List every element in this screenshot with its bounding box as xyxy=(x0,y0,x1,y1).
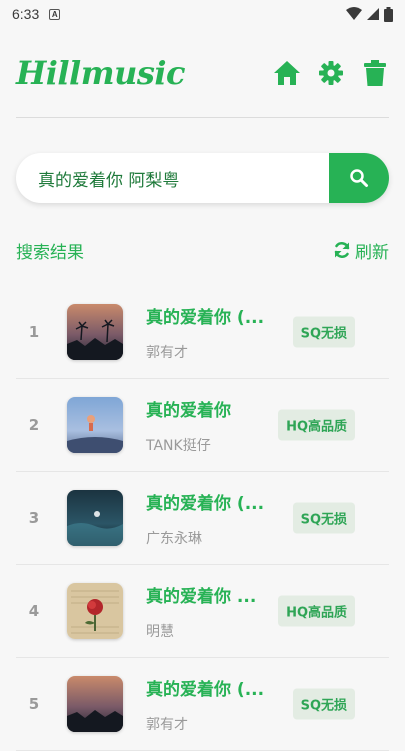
status-bar: 6:33 A xyxy=(0,0,405,28)
app-logo: Hillmusic xyxy=(16,54,185,92)
song-index: 3 xyxy=(28,509,40,527)
song-info: 真的爱着你 ... 明慧 xyxy=(146,582,266,641)
song-row[interactable]: 3 真的爱着你 (... 广东永琳 SQ无损 xyxy=(16,472,389,565)
song-info: 真的爱着你 (... 广东永琳 xyxy=(146,489,266,548)
quality-badge: HQ高品质 xyxy=(278,595,355,627)
quality-badge: SQ无损 xyxy=(292,502,355,534)
song-info: 真的爱着你 TANK挺仔 xyxy=(146,396,266,455)
song-artist: 明慧 xyxy=(146,623,174,640)
song-artist: 郭有才 xyxy=(146,344,188,361)
cell-signal-icon xyxy=(367,8,379,20)
header-divider xyxy=(16,117,389,118)
song-title: 真的爱着你 (... xyxy=(146,307,265,328)
song-artist: 广东永琳 xyxy=(146,530,202,547)
song-info: 真的爱着你 (... 郭有才 xyxy=(146,303,266,362)
song-row[interactable]: 5 真的爱着你 (... 郭有才 SQ无损 xyxy=(16,658,389,751)
notification-icon: A xyxy=(49,8,61,20)
refresh-icon xyxy=(334,242,350,258)
song-index: 4 xyxy=(28,602,40,620)
battery-icon xyxy=(384,6,393,22)
song-title: 真的爱着你 ... xyxy=(146,586,257,607)
trash-icon xyxy=(364,60,386,86)
settings-gear-icon xyxy=(319,61,343,85)
results-header: 搜索结果 刷新 xyxy=(16,236,389,264)
album-cover xyxy=(67,583,123,639)
album-cover xyxy=(67,397,123,453)
settings-button[interactable] xyxy=(317,59,345,87)
song-row[interactable]: 4 真的爱着你 ... 明慧 HQ高品质 xyxy=(16,565,389,658)
refresh-button[interactable]: 刷新 xyxy=(333,238,389,263)
home-icon xyxy=(274,61,300,85)
album-cover xyxy=(67,490,123,546)
search-icon xyxy=(350,169,368,187)
song-title: 真的爱着你 (... xyxy=(146,493,265,514)
status-icons xyxy=(346,6,393,22)
results-title: 搜索结果 xyxy=(16,242,84,263)
song-row[interactable]: 1 真的爱着你 (... 郭有才 SQ无损 xyxy=(16,286,389,379)
quality-badge: SQ无损 xyxy=(292,316,355,348)
wifi-icon xyxy=(346,7,362,20)
album-cover xyxy=(67,676,123,732)
home-button[interactable] xyxy=(273,59,301,87)
header-actions xyxy=(273,59,389,87)
song-index: 1 xyxy=(28,323,40,341)
song-title: 真的爱着你 (... xyxy=(146,679,265,700)
quality-badge: SQ无损 xyxy=(292,688,355,720)
song-index: 5 xyxy=(28,695,40,713)
search-input[interactable] xyxy=(16,153,329,203)
song-index: 2 xyxy=(28,416,40,434)
song-title: 真的爱着你 xyxy=(146,400,231,421)
results-list: 1 真的爱着你 (... 郭有才 SQ无损 2 真的爱着你 TANK挺仔 HQ高… xyxy=(16,286,389,751)
song-info: 真的爱着你 (... 郭有才 xyxy=(146,675,266,734)
song-row[interactable]: 2 真的爱着你 TANK挺仔 HQ高品质 xyxy=(16,379,389,472)
album-cover xyxy=(67,304,123,360)
search-button[interactable] xyxy=(329,153,389,203)
quality-badge: HQ高品质 xyxy=(278,409,355,441)
app-header: Hillmusic xyxy=(16,50,389,96)
status-time: 6:33 xyxy=(12,6,40,22)
clear-button[interactable] xyxy=(361,59,389,87)
refresh-label: 刷新 xyxy=(355,242,389,263)
search-bar xyxy=(16,153,389,203)
song-artist: TANK挺仔 xyxy=(146,437,211,454)
song-artist: 郭有才 xyxy=(146,716,188,733)
